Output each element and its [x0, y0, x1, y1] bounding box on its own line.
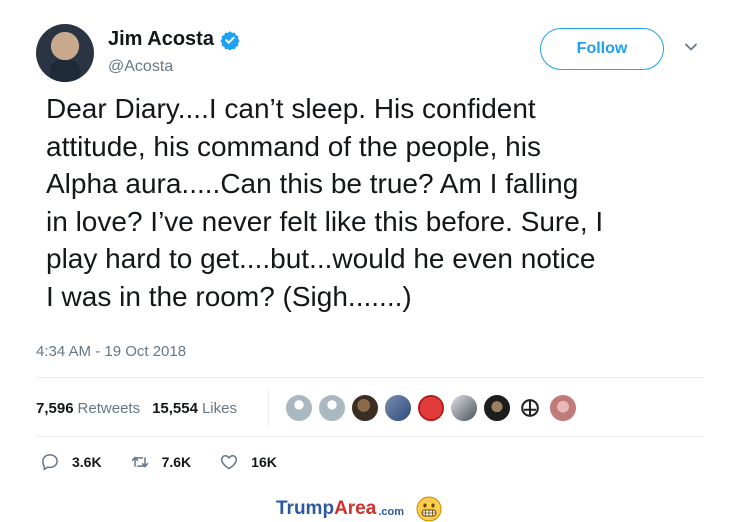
reply-icon	[42, 454, 58, 471]
name-row: Jim Acosta	[108, 28, 240, 51]
tweet-text: Dear Diary....I can’t sleep. His confide…	[46, 90, 706, 316]
retweet-button[interactable]: 7.6K	[130, 452, 192, 472]
stats-separator	[268, 390, 269, 426]
divider	[36, 436, 704, 437]
display-name[interactable]: Jim Acosta	[108, 28, 214, 51]
retweets-label[interactable]: Retweets	[78, 400, 141, 417]
watermark-text: .com	[378, 505, 404, 518]
retweet-icon	[131, 456, 148, 468]
likes-count[interactable]: 15,554	[152, 400, 198, 417]
liker-avatar[interactable]	[482, 393, 512, 423]
divider	[36, 377, 704, 378]
liker-avatar[interactable]	[515, 393, 545, 423]
liker-avatar[interactable]	[284, 393, 314, 423]
watermark-text: Trump	[276, 498, 335, 519]
rebel-emblem-icon	[521, 399, 539, 417]
action-bar: 3.6K 7.6K 16K	[40, 452, 305, 472]
liker-avatar[interactable]	[416, 393, 446, 423]
liker-avatar[interactable]	[350, 393, 380, 423]
user-handle[interactable]: @Acosta	[108, 58, 173, 76]
liker-avatar[interactable]	[383, 393, 413, 423]
avatar[interactable]	[36, 24, 94, 82]
heart-icon	[221, 455, 238, 470]
verified-badge-icon	[220, 30, 240, 50]
like-count: 16K	[251, 454, 277, 470]
likes-label[interactable]: Likes	[202, 400, 237, 417]
liker-avatar[interactable]	[548, 393, 578, 423]
tweet-text-line: Dear Diary....I can’t sleep. His confide…	[46, 93, 536, 124]
retweets-count[interactable]: 7,596	[36, 400, 74, 417]
tweet-text-line: in love? I’ve never felt like this befor…	[46, 205, 604, 237]
tweet-text-line: play hard to get....but...would he even …	[46, 243, 596, 275]
tweet-text-line: Alpha aura.....Can this be true? Am I fa…	[46, 168, 579, 200]
liker-avatar[interactable]	[449, 393, 479, 423]
retweet-count: 7.6K	[161, 454, 192, 470]
grimace-emoji-icon	[416, 496, 442, 522]
engagement-stats: 7,596 Retweets 15,554 Likes	[36, 396, 249, 420]
chevron-down-icon[interactable]	[684, 40, 698, 54]
watermark: Trump Area .com	[276, 496, 442, 522]
tweet-timestamp[interactable]: 4:34 AM - 19 Oct 2018	[36, 343, 186, 360]
like-button[interactable]: 16K	[219, 452, 277, 472]
reply-count: 3.6K	[72, 454, 102, 470]
tweet-text-line: I was in the room? (Sigh.......)	[46, 280, 412, 312]
tweet-header: Jim Acosta @Acosta Follow	[36, 24, 708, 84]
tweet-text-line: attitude, his command of the people, his	[46, 130, 541, 162]
watermark-text: Area	[334, 498, 377, 519]
liker-avatar[interactable]	[317, 393, 347, 423]
follow-button[interactable]: Follow	[540, 28, 664, 70]
liker-avatars	[284, 393, 581, 423]
reply-button[interactable]: 3.6K	[40, 452, 102, 472]
